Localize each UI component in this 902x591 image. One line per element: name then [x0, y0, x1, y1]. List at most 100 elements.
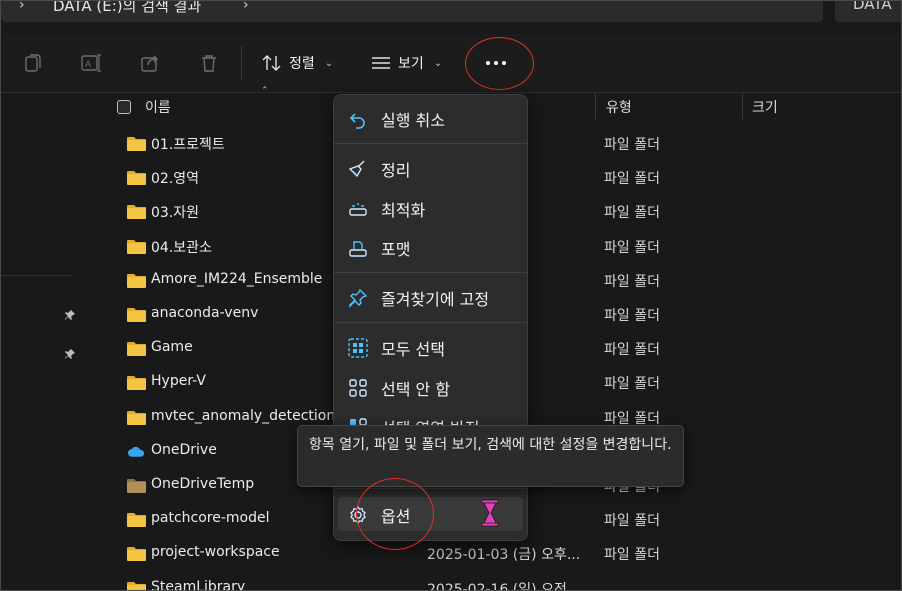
share-icon[interactable]	[139, 52, 161, 74]
file-name: OneDriveTemp	[151, 476, 255, 492]
tooltip-text: 항목 열기, 파일 및 폴더 보기, 검색에 대한 설정을 변경합니다.	[309, 437, 672, 453]
column-name[interactable]: 이름	[145, 97, 171, 117]
menu-label: 최적화	[381, 201, 426, 220]
sort-button[interactable]: 정렬 ⌄	[261, 50, 333, 76]
file-name: 02.영역	[151, 171, 200, 187]
file-date: 2025-02-16 (일) 오전...	[427, 582, 581, 591]
file-explorer-window: › DATA (E:)의 검색 결과 › DATA A 정렬 ⌄ 보기 ⌄ ⌃ …	[0, 0, 902, 591]
file-name: mvtec_anomaly_detection	[151, 408, 336, 424]
file-type: 파일 폴더	[604, 205, 660, 221]
chevron-down-icon: ⌄	[433, 57, 443, 69]
menu-label: 모두 선택	[381, 340, 445, 359]
file-type: 파일 폴더	[604, 376, 660, 392]
pin-icon[interactable]	[64, 348, 76, 360]
file-type: 파일 폴더	[604, 171, 660, 187]
file-name: 03.자원	[151, 205, 200, 221]
pin-icon[interactable]	[64, 309, 76, 321]
toolbar-divider	[241, 46, 242, 80]
folder-icon	[127, 479, 146, 493]
address-bar[interactable]: › DATA (E:)의 검색 결과 ›	[1, 1, 823, 22]
folder-icon	[127, 308, 146, 322]
folder-icon	[127, 240, 146, 254]
file-type: 파일 폴더	[604, 240, 660, 256]
file-name: anaconda-venv	[151, 305, 259, 321]
file-name: patchcore-model	[151, 510, 270, 526]
file-type: 파일 폴더	[604, 137, 660, 153]
hourglass-cursor-icon	[481, 499, 499, 527]
search-input[interactable]: DATA	[835, 0, 901, 22]
format-icon	[349, 241, 367, 257]
file-type: 파일 폴더	[604, 513, 660, 529]
view-button[interactable]: 보기 ⌄	[370, 50, 442, 76]
file-row[interactable]: project-workspace 2025-01-03 (금) 오후... 파일 …	[109, 537, 901, 571]
nav-divider	[1, 275, 73, 276]
file-name: SteamLibrary	[151, 579, 246, 591]
menu-item-cleanup[interactable]: 정리	[338, 151, 523, 185]
menu-label: 실행 취소	[381, 111, 445, 130]
menu-item-select-all[interactable]: 모두 선택	[338, 330, 523, 364]
file-type: 파일 폴더	[604, 274, 660, 290]
navigation-pane	[1, 93, 76, 590]
file-name: project-workspace	[151, 544, 280, 560]
delete-icon[interactable]	[198, 52, 220, 74]
file-type: 파일 폴더	[604, 308, 660, 324]
chevron-right-icon[interactable]: ›	[19, 1, 25, 13]
menu-item-pin-to-quick-access[interactable]: 즐겨찾기에 고정	[338, 280, 523, 314]
folder-icon	[127, 171, 146, 185]
copy-icon[interactable]	[22, 52, 44, 74]
view-label: 보기	[398, 56, 424, 72]
column-divider[interactable]	[742, 93, 743, 119]
folder-icon	[127, 376, 146, 390]
annotation-circle	[465, 37, 534, 90]
rename-icon[interactable]: A	[80, 52, 102, 74]
pin-icon	[349, 288, 368, 308]
menu-item-format[interactable]: 포맷	[338, 230, 523, 264]
search-text: DATA	[853, 0, 892, 13]
file-name: 01.프로젝트	[151, 137, 225, 153]
menu-item-optimize[interactable]: 최적화	[338, 191, 523, 225]
options-tooltip: 항목 열기, 파일 및 폴더 보기, 검색에 대한 설정을 변경합니다.	[297, 425, 684, 487]
select-none-icon	[349, 379, 367, 397]
file-type: 파일 폴더	[604, 547, 660, 563]
menu-label: 정리	[381, 161, 411, 180]
broom-icon	[348, 160, 365, 178]
menu-divider	[334, 272, 527, 273]
undo-icon	[349, 113, 365, 129]
folder-icon	[127, 342, 146, 356]
select-all-checkbox[interactable]	[117, 100, 131, 114]
menu-item-undo[interactable]: 실행 취소	[338, 101, 523, 135]
folder-icon	[127, 411, 146, 425]
file-row[interactable]: SteamLibrary 2025-02-16 (일) 오전...	[109, 572, 901, 591]
svg-text:A: A	[85, 59, 91, 69]
menu-label: 포맷	[381, 240, 411, 259]
menu-label: 선택 안 함	[381, 380, 451, 399]
cloud-icon	[127, 446, 145, 457]
view-icon	[372, 57, 390, 69]
menu-divider	[334, 143, 527, 144]
column-size[interactable]: 크기	[752, 97, 778, 117]
folder-icon	[127, 513, 146, 527]
file-name: 04.보관소	[151, 240, 212, 256]
folder-icon	[127, 582, 146, 590]
sort-label: 정렬	[289, 56, 315, 72]
file-name: Amore_IM224_Ensemble	[151, 271, 323, 287]
sort-icon	[262, 55, 281, 71]
column-type[interactable]: 유형	[606, 97, 632, 117]
file-type: 파일 폴더	[604, 342, 660, 358]
menu-divider	[334, 488, 527, 489]
file-name: Hyper-V	[151, 373, 206, 389]
menu-divider	[334, 322, 527, 323]
chevron-right-icon[interactable]: ›	[243, 1, 249, 13]
chevron-down-icon: ⌄	[324, 57, 334, 69]
menu-item-select-none[interactable]: 선택 안 함	[338, 370, 523, 404]
address-bar-row: › DATA (E:)의 검색 결과 › DATA	[1, 0, 901, 23]
column-divider[interactable]	[595, 93, 596, 119]
file-date: 2025-01-03 (금) 오후...	[427, 547, 581, 563]
address-path[interactable]: DATA (E:)의 검색 결과	[53, 1, 201, 16]
file-name: OneDrive	[151, 442, 217, 458]
folder-icon	[127, 274, 146, 288]
optimize-icon	[349, 203, 367, 216]
command-bar: A 정렬 ⌄ 보기 ⌄	[1, 34, 901, 93]
menu-label: 즐겨찾기에 고정	[381, 290, 490, 309]
file-name: Game	[151, 339, 193, 355]
